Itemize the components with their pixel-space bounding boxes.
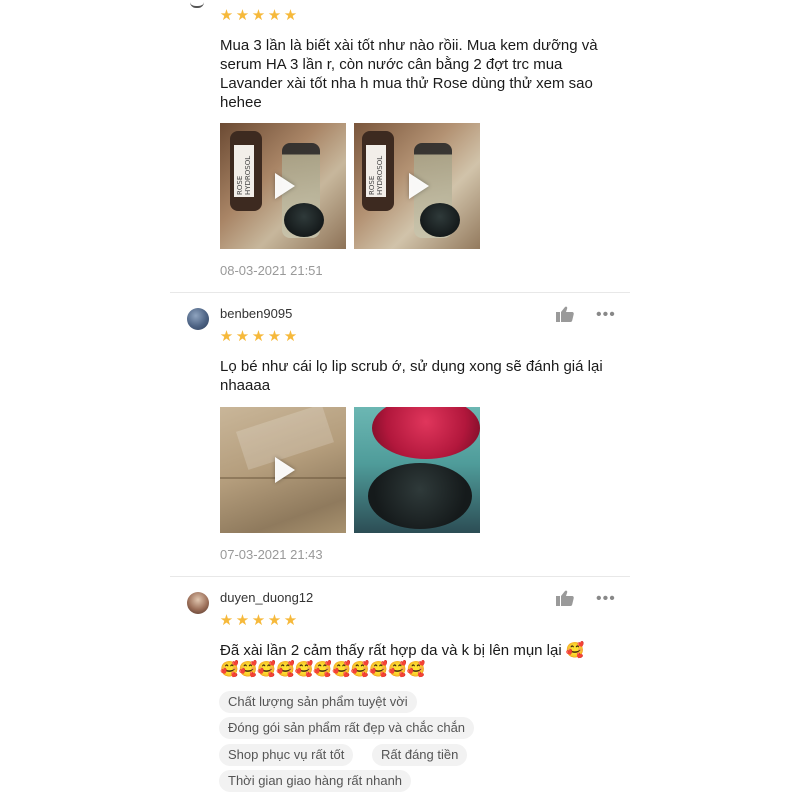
review-video-thumbnail[interactable]: ROSE HYDROSOL — [354, 123, 480, 249]
avatar[interactable] — [187, 592, 209, 614]
smiling-face-with-hearts-icon: 🥰 — [565, 642, 585, 659]
star-icon: ★ — [283, 7, 298, 24]
star-icon: ★ — [251, 7, 266, 24]
play-icon — [275, 173, 295, 199]
star-icon: ★ — [267, 328, 282, 345]
product-label: ROSE HYDROSOL — [366, 145, 386, 197]
username[interactable]: duyen_duong12 — [220, 590, 313, 605]
review-date: 08-03-2021 21:51 — [220, 263, 323, 278]
star-icon: ★ — [219, 328, 234, 345]
review-comment-text: Đã xài lần 2 cảm thấy rất hợp da và k bị… — [220, 642, 562, 659]
username[interactable]: benben9095 — [220, 306, 292, 321]
divider — [170, 292, 630, 293]
star-icon: ★ — [251, 612, 266, 629]
star-icon: ★ — [267, 7, 282, 24]
review-tag: Shop phục vụ rất tốt — [219, 744, 354, 766]
star-icon: ★ — [283, 612, 298, 629]
more-options-icon[interactable]: ••• — [596, 591, 616, 607]
star-icon: ★ — [219, 7, 234, 24]
star-icon: ★ — [235, 328, 250, 345]
star-icon: ★ — [251, 328, 266, 345]
star-rating: ★ ★ ★ ★ ★ — [219, 329, 298, 345]
review-comment: Mua 3 lần là biết xài tốt như nào rồii. … — [220, 37, 598, 111]
star-icon: ★ — [267, 612, 282, 629]
star-rating: ★ ★ ★ ★ ★ — [219, 8, 298, 24]
star-icon: ★ — [235, 612, 250, 629]
more-options-icon[interactable]: ••• — [596, 307, 616, 323]
star-icon: ★ — [283, 328, 298, 345]
play-icon — [409, 173, 429, 199]
review-comment: Đã xài lần 2 cảm thấy rất hợp da và k bị… — [220, 641, 640, 679]
review-tag: Thời gian giao hàng rất nhanh — [219, 770, 412, 792]
star-icon: ★ — [235, 7, 250, 24]
review-tag: Rất đáng tiền — [372, 744, 468, 766]
avatar — [190, 0, 204, 8]
thumbs-up-icon[interactable] — [556, 306, 574, 322]
star-rating: ★ ★ ★ ★ ★ — [219, 613, 298, 629]
review-video-thumbnail[interactable] — [220, 407, 346, 533]
play-icon — [275, 457, 295, 483]
thumbs-up-icon[interactable] — [556, 590, 574, 606]
review-tag: Chất lượng sản phẩm tuyệt vời — [219, 691, 417, 713]
review-tag: Đóng gói sản phẩm rất đẹp và chắc chắn — [219, 717, 475, 739]
smiling-face-with-hearts-icon: 🥰🥰🥰🥰🥰🥰🥰🥰🥰🥰🥰 — [220, 661, 426, 678]
review-image-thumbnail[interactable] — [354, 407, 480, 533]
review-date: 07-03-2021 21:43 — [220, 547, 323, 562]
review-video-thumbnail[interactable]: ROSE HYDROSOL — [220, 123, 346, 249]
divider — [170, 576, 630, 577]
review-comment: Lọ bé như cái lọ lip scrub ớ, sử dụng xo… — [220, 358, 603, 394]
star-icon: ★ — [219, 612, 234, 629]
avatar[interactable] — [187, 308, 209, 330]
product-label: ROSE HYDROSOL — [234, 145, 254, 197]
